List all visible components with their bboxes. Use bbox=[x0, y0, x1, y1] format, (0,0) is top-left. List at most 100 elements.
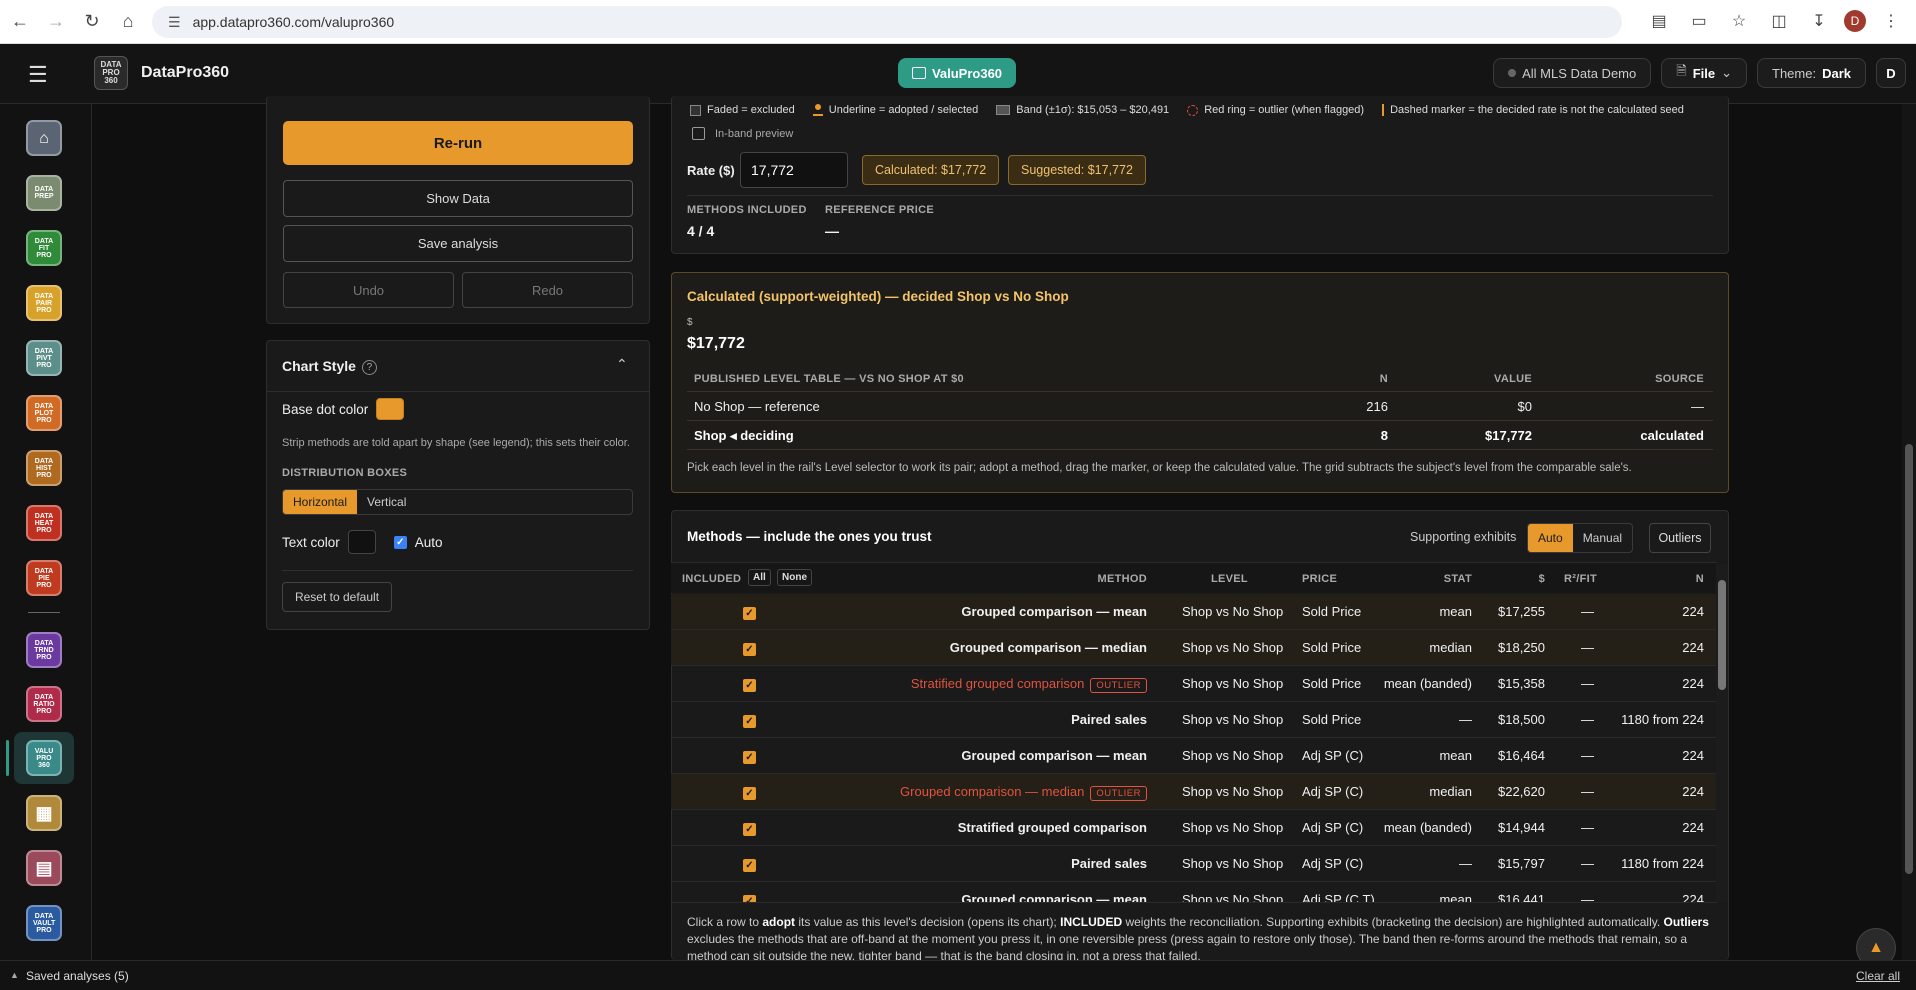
method-name: Grouped comparison — mean bbox=[961, 892, 1147, 902]
legend-underline: Underline = adopted / selected bbox=[812, 104, 978, 116]
rail-data-vault-pro-icon[interactable]: DATA VAULT PRO bbox=[26, 905, 62, 941]
method-price: Adj SP (C) bbox=[1302, 820, 1364, 835]
faded-swatch bbox=[690, 104, 701, 116]
rail-data-pair-pro-icon[interactable]: DATA PAIR PRO bbox=[26, 285, 62, 321]
method-n: 224 bbox=[1682, 892, 1704, 902]
supporting-mode-toggle: Auto Manual bbox=[1527, 523, 1634, 553]
saved-analyses-toggle[interactable]: Saved analyses (5) bbox=[26, 969, 129, 983]
reload-icon[interactable]: ↻ bbox=[76, 6, 108, 38]
level-table-title: PUBLISHED LEVEL TABLE — VS NO SHOP AT $0 bbox=[694, 373, 964, 385]
chevron-up-icon[interactable]: ⌃ bbox=[616, 356, 628, 373]
show-data-button[interactable]: Show Data bbox=[283, 180, 633, 217]
bookmark-star-icon[interactable]: ☆ bbox=[1724, 6, 1754, 36]
clear-all-link[interactable]: Clear all bbox=[1856, 969, 1900, 983]
suggested-chip[interactable]: Suggested: $17,772 bbox=[1008, 155, 1146, 185]
page-icon[interactable]: ▤ bbox=[1644, 6, 1674, 36]
rate-input[interactable]: 17,772 bbox=[740, 152, 848, 188]
include-checkbox[interactable]: ✓ bbox=[743, 751, 756, 765]
valupro-pill[interactable]: ValuPro360 bbox=[898, 58, 1016, 88]
back-icon[interactable]: ← bbox=[4, 6, 36, 38]
method-row[interactable]: ✓ Stratified grouped comparison Shop vs No… bbox=[671, 810, 1717, 846]
include-checkbox[interactable]: ✓ bbox=[743, 679, 756, 693]
select-none-button[interactable]: None bbox=[777, 569, 812, 586]
inband-preview-checkbox[interactable] bbox=[692, 127, 705, 140]
rail-data-prep-icon[interactable]: DATA PREP bbox=[26, 175, 62, 211]
method-row[interactable]: ✓ Grouped comparison — mean Shop vs No Sho… bbox=[671, 594, 1717, 630]
auto-option[interactable]: Auto bbox=[1528, 524, 1573, 552]
method-row[interactable]: ✓ Paired sales Shop vs No Shop Adj SP (C) — $… bbox=[671, 846, 1717, 882]
outliers-button[interactable]: Outliers bbox=[1649, 523, 1711, 553]
extensions-icon[interactable]: ◫ bbox=[1764, 6, 1794, 36]
rail-data-pie-pro-icon[interactable]: DATA PIE PRO bbox=[26, 560, 62, 596]
method-row[interactable]: ✓ Stratified grouped comparison OUTLIER Sho… bbox=[671, 666, 1717, 702]
text-color-row: Text color ✓ Auto bbox=[282, 530, 443, 554]
rail-data-heat-pro-icon[interactable]: DATA HEAT PRO bbox=[26, 505, 62, 541]
user-avatar[interactable]: D bbox=[1876, 58, 1906, 88]
base-dot-swatch[interactable] bbox=[376, 398, 405, 420]
method-row[interactable]: ✓ Grouped comparison — mean Shop vs No Sho… bbox=[671, 738, 1717, 774]
method-value: $18,250 bbox=[1498, 640, 1545, 655]
rail-data-plot-pro-icon[interactable]: DATA PLOT PRO bbox=[26, 395, 62, 431]
address-bar[interactable]: ☰ app.datapro360.com/valupro360 bbox=[152, 6, 1622, 38]
method-row[interactable]: ✓ Grouped comparison — median Shop vs No S… bbox=[671, 630, 1717, 666]
fn-p2: its value as this level's decision (open… bbox=[795, 915, 1061, 929]
rail-home-icon[interactable]: ⌂ bbox=[26, 120, 62, 156]
horizontal-option[interactable]: Horizontal bbox=[283, 490, 358, 514]
downloads-icon[interactable]: ↧ bbox=[1804, 6, 1834, 36]
rail-data-hist-pro-icon[interactable]: DATA HIST PRO bbox=[26, 450, 62, 486]
profile-avatar[interactable]: D bbox=[1844, 10, 1866, 32]
method-label: Stratified grouped comparison bbox=[957, 820, 1147, 835]
method-row[interactable]: ✓ Grouped comparison — mean Shop vs No Sho… bbox=[671, 882, 1717, 902]
arrow-up-icon: ▲ bbox=[1868, 939, 1884, 956]
install-icon[interactable]: ▭ bbox=[1684, 6, 1714, 36]
level-source: — bbox=[1691, 399, 1704, 414]
methods-scrollbar-thumb[interactable] bbox=[1718, 580, 1726, 690]
vertical-option[interactable]: Vertical bbox=[357, 490, 416, 514]
include-checkbox[interactable]: ✓ bbox=[743, 715, 756, 729]
app-header: ☰ DATA PRO 360 DataPro360 ValuPro360 All… bbox=[0, 44, 1916, 104]
rail-data-pivt-pro-icon[interactable]: DATA PIVT PRO bbox=[26, 340, 62, 376]
redo-button[interactable]: Redo bbox=[462, 272, 633, 308]
method-label: Paired sales bbox=[1071, 712, 1147, 727]
outlier-badge: OUTLIER bbox=[1090, 786, 1147, 801]
file-menu[interactable]: 🗎 File ⌄ bbox=[1661, 58, 1747, 88]
include-checkbox[interactable]: ✓ bbox=[743, 823, 756, 837]
calculated-chip[interactable]: Calculated: $17,772 bbox=[862, 155, 1000, 185]
outlier-badge: OUTLIER bbox=[1090, 678, 1147, 693]
divider bbox=[687, 195, 1713, 196]
help-icon[interactable]: ? bbox=[361, 360, 377, 376]
include-checkbox[interactable]: ✓ bbox=[743, 607, 756, 621]
save-analysis-button[interactable]: Save analysis bbox=[283, 225, 633, 262]
select-all-button[interactable]: All bbox=[748, 569, 771, 586]
text-color-swatch[interactable] bbox=[347, 530, 376, 554]
page-scrollbar[interactable] bbox=[1902, 104, 1916, 960]
method-price: Adj SP (C) bbox=[1302, 784, 1364, 799]
method-name: Grouped comparison — mean bbox=[961, 748, 1147, 763]
auto-checkbox[interactable]: ✓ bbox=[393, 535, 407, 549]
undo-button[interactable]: Undo bbox=[283, 272, 454, 308]
include-checkbox[interactable]: ✓ bbox=[743, 859, 756, 873]
methods-scrollbar[interactable] bbox=[1716, 564, 1728, 902]
col-dollar: $ bbox=[1538, 573, 1545, 585]
chart-style-header[interactable]: Chart Style? bbox=[282, 358, 377, 376]
reference-price-value: — bbox=[825, 223, 839, 239]
include-cell: ✓ bbox=[743, 713, 756, 729]
hamburger-menu-icon[interactable]: ☰ bbox=[28, 62, 48, 88]
forward-icon[interactable]: → bbox=[40, 6, 72, 38]
include-checkbox[interactable]: ✓ bbox=[743, 787, 756, 801]
method-row[interactable]: ✓ Paired sales Shop vs No Shop Sold Price — $… bbox=[671, 702, 1717, 738]
include-checkbox[interactable]: ✓ bbox=[743, 895, 756, 902]
footer-bar: ▲ Saved analyses (5) Clear all bbox=[0, 960, 1916, 990]
manual-option[interactable]: Manual bbox=[1573, 524, 1632, 552]
site-info-icon[interactable]: ☰ bbox=[168, 14, 181, 31]
theme-toggle[interactable]: Theme: Dark bbox=[1757, 58, 1866, 88]
rail-data-fit-pro-icon[interactable]: DATA FIT PRO bbox=[26, 230, 62, 266]
menu-dots-icon[interactable]: ⋮ bbox=[1876, 6, 1906, 36]
page-scrollbar-thumb[interactable] bbox=[1905, 444, 1913, 874]
include-checkbox[interactable]: ✓ bbox=[743, 643, 756, 657]
fn-p4: weights the reconciliation. Supporting e… bbox=[1122, 915, 1664, 929]
method-row[interactable]: ✓ Grouped comparison — median OUTLIER Shop … bbox=[671, 774, 1717, 810]
home-icon[interactable]: ⌂ bbox=[112, 6, 144, 38]
rerun-button[interactable]: Re-run bbox=[283, 121, 633, 165]
mls-selector[interactable]: All MLS Data Demo bbox=[1493, 58, 1652, 88]
